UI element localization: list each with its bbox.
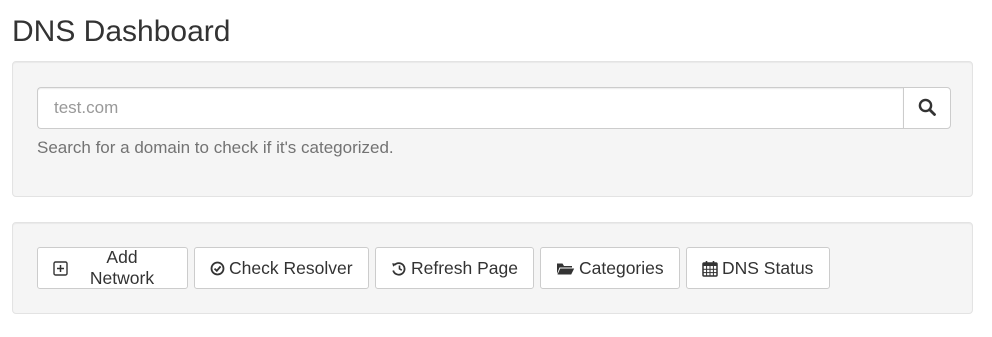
search-help-text: Search for a domain to check if it's cat…: [37, 138, 394, 157]
check-circle-icon: [210, 261, 225, 276]
search-panel: Search for a domain to check if it's cat…: [12, 61, 973, 197]
action-button-row: Add Network Check Resolver Refresh Page: [37, 247, 830, 289]
calendar-icon: [702, 260, 718, 277]
check-resolver-button[interactable]: Check Resolver: [194, 247, 369, 289]
domain-search-input[interactable]: [37, 87, 903, 129]
check-resolver-label: Check Resolver: [229, 257, 353, 278]
actions-panel: Add Network Check Resolver Refresh Page: [12, 222, 973, 314]
plus-square-icon: [53, 260, 68, 276]
dns-status-button[interactable]: DNS Status: [686, 247, 830, 289]
search-icon: [918, 98, 936, 119]
categories-button[interactable]: Categories: [540, 247, 680, 289]
folder-open-icon: [556, 261, 575, 276]
history-icon: [391, 261, 407, 276]
dns-status-label: DNS Status: [722, 257, 814, 278]
page-title: DNS Dashboard: [12, 15, 231, 48]
refresh-page-button[interactable]: Refresh Page: [375, 247, 534, 289]
categories-label: Categories: [579, 257, 664, 278]
refresh-page-label: Refresh Page: [411, 257, 519, 278]
search-button[interactable]: [903, 87, 951, 129]
search-group: [37, 87, 951, 129]
add-network-button[interactable]: Add Network: [37, 247, 188, 289]
add-network-label: Add Network: [89, 247, 155, 288]
